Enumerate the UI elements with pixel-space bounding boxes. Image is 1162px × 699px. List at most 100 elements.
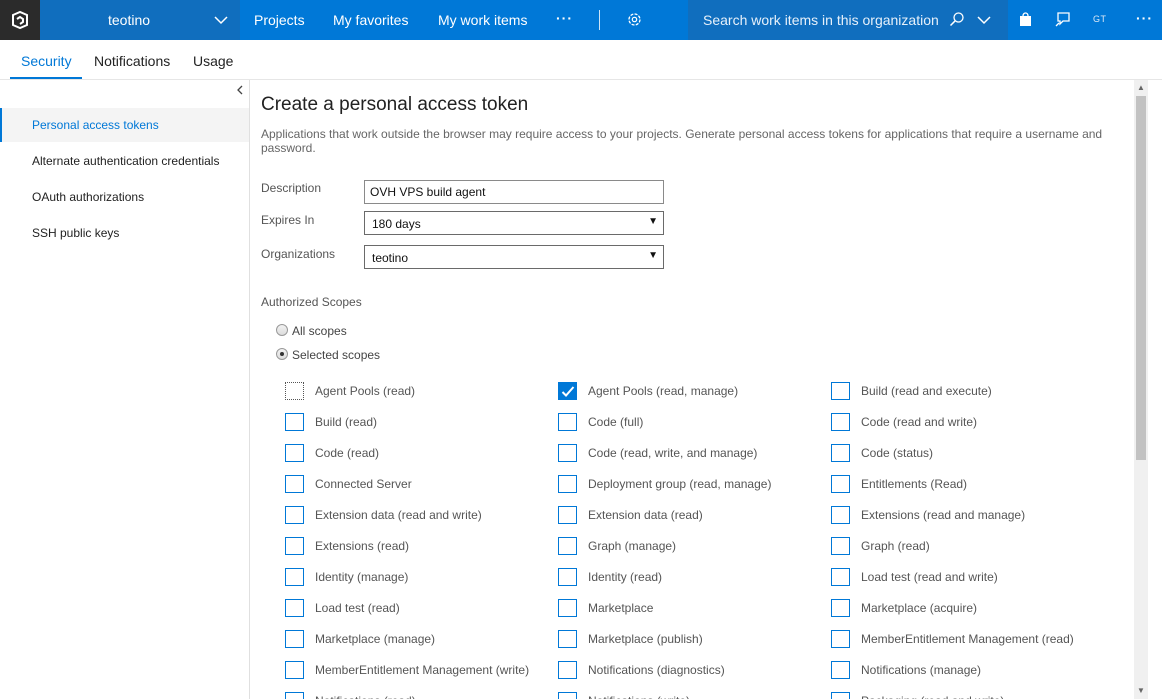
scope-label: Extension data (read and write): [315, 508, 482, 522]
checkbox[interactable]: [558, 506, 577, 524]
tab-notifications[interactable]: Notifications: [94, 53, 170, 69]
sidebar-item-label: Alternate authentication credentials: [32, 154, 220, 168]
checkbox[interactable]: [831, 599, 850, 617]
checkbox[interactable]: [831, 475, 850, 493]
scope-label: Agent Pools (read): [315, 384, 416, 398]
checkbox[interactable]: [831, 692, 850, 699]
radio-button[interactable]: [276, 348, 288, 360]
gear-icon[interactable]: [626, 11, 643, 33]
expires-value: 180 days: [372, 217, 421, 231]
search-input[interactable]: Search work items in this organization: [703, 12, 939, 28]
checkbox[interactable]: [285, 568, 304, 586]
checkbox[interactable]: [831, 630, 850, 648]
checkbox[interactable]: [558, 599, 577, 617]
azure-devops-logo-icon[interactable]: [0, 0, 40, 40]
organization-name: teotino: [108, 12, 151, 28]
checkbox[interactable]: [285, 506, 304, 524]
checkbox[interactable]: [831, 537, 850, 555]
sidebar-item-alternate-credentials[interactable]: Alternate authentication credentials: [0, 144, 249, 178]
search-box[interactable]: Search work items in this organization: [688, 0, 1008, 40]
security-sidebar: Personal access tokens Alternate authent…: [0, 80, 250, 699]
tab-usage[interactable]: Usage: [193, 53, 233, 69]
nav-projects[interactable]: Projects: [254, 12, 305, 28]
scroll-up-arrow-icon[interactable]: ▲: [1137, 83, 1145, 92]
scope-label: Marketplace (manage): [315, 632, 436, 646]
chevron-left-icon[interactable]: [236, 84, 244, 99]
search-icon[interactable]: [949, 11, 965, 32]
expires-select[interactable]: 180 days ▼: [364, 211, 664, 235]
scope-label: Marketplace: [588, 601, 654, 615]
checkbox[interactable]: [558, 630, 577, 648]
sidebar-item-oauth-authorizations[interactable]: OAuth authorizations: [0, 180, 249, 214]
checkbox[interactable]: [558, 568, 577, 586]
checkbox[interactable]: [285, 382, 304, 400]
scope-label: Extensions (read and manage): [861, 508, 1026, 522]
checkbox[interactable]: [285, 661, 304, 679]
organization-selector[interactable]: teotino: [40, 0, 240, 40]
scope-label: Graph (read): [861, 539, 930, 553]
marketplace-bag-icon[interactable]: [1018, 11, 1033, 32]
expires-label: Expires In: [261, 213, 315, 227]
chevron-down-icon: [214, 13, 228, 32]
checkbox[interactable]: [831, 444, 850, 462]
scope-label: Marketplace (publish): [588, 632, 703, 646]
checkbox[interactable]: [558, 475, 577, 493]
radio-label: Selected scopes: [292, 348, 381, 362]
main-content: Create a personal access token Applicati…: [251, 81, 1134, 699]
intro-text: Applications that work outside the brows…: [261, 127, 1103, 155]
checkbox[interactable]: [558, 413, 577, 431]
scope-label: Entitlements (Read): [861, 477, 968, 491]
tab-security[interactable]: Security: [21, 53, 72, 69]
checkmark-icon: [561, 386, 575, 397]
scope-label: Connected Server: [315, 477, 412, 491]
chevron-down-icon[interactable]: [977, 13, 991, 32]
divider: [599, 10, 600, 30]
checkbox[interactable]: [285, 537, 304, 555]
scrollbar-thumb[interactable]: [1136, 96, 1146, 460]
radio-button[interactable]: [276, 324, 288, 336]
description-field[interactable]: [364, 180, 664, 204]
nav-my-work-items[interactable]: My work items: [438, 12, 527, 28]
nav-my-favorites[interactable]: My favorites: [333, 12, 408, 28]
scope-label: Code (read and write): [861, 415, 978, 429]
organizations-select[interactable]: teotino ▼: [364, 245, 664, 269]
sidebar-item-personal-access-tokens[interactable]: Personal access tokens: [0, 108, 249, 142]
scope-label: Build (read and execute): [861, 384, 992, 398]
checkbox[interactable]: [831, 568, 850, 586]
authorized-scopes-heading: Authorized Scopes: [261, 295, 362, 309]
checkbox[interactable]: [831, 661, 850, 679]
scope-label: Code (full): [588, 415, 644, 429]
scope-label: Code (status): [861, 446, 934, 460]
checkbox[interactable]: [831, 382, 850, 400]
checkbox[interactable]: [285, 413, 304, 431]
scope-label: Marketplace (acquire): [861, 601, 978, 615]
organizations-label: Organizations: [261, 247, 336, 261]
checkbox[interactable]: [558, 692, 577, 699]
checkbox[interactable]: [831, 506, 850, 524]
scope-label: Deployment group (read, manage): [588, 477, 772, 491]
scope-label: Load test (read and write): [861, 570, 998, 584]
checkbox[interactable]: [831, 413, 850, 431]
more-nav-button[interactable]: ···: [556, 10, 573, 26]
radio-label: All scopes: [292, 324, 347, 338]
active-tab-indicator: [10, 77, 82, 79]
checkbox[interactable]: [285, 599, 304, 617]
scope-label: Code (read): [315, 446, 380, 460]
checkbox[interactable]: [285, 444, 304, 462]
checkbox[interactable]: [558, 537, 577, 555]
feedback-icon[interactable]: [1055, 11, 1071, 32]
scope-label: MemberEntitlement Management (read): [861, 632, 1074, 646]
scope-label: Load test (read): [315, 601, 400, 615]
checkbox[interactable]: [285, 692, 304, 699]
checkbox[interactable]: [285, 475, 304, 493]
more-options-button[interactable]: ···: [1136, 10, 1153, 26]
sidebar-item-ssh-public-keys[interactable]: SSH public keys: [0, 216, 249, 250]
checkbox[interactable]: [558, 444, 577, 462]
scrollbar[interactable]: ▲ ▼: [1134, 80, 1148, 699]
checkbox-checked[interactable]: [558, 382, 577, 400]
checkbox[interactable]: [285, 630, 304, 648]
dropdown-arrow-icon: ▼: [648, 250, 658, 261]
user-avatar[interactable]: GT: [1093, 14, 1107, 24]
scroll-down-arrow-icon[interactable]: ▼: [1137, 686, 1145, 695]
checkbox[interactable]: [558, 661, 577, 679]
